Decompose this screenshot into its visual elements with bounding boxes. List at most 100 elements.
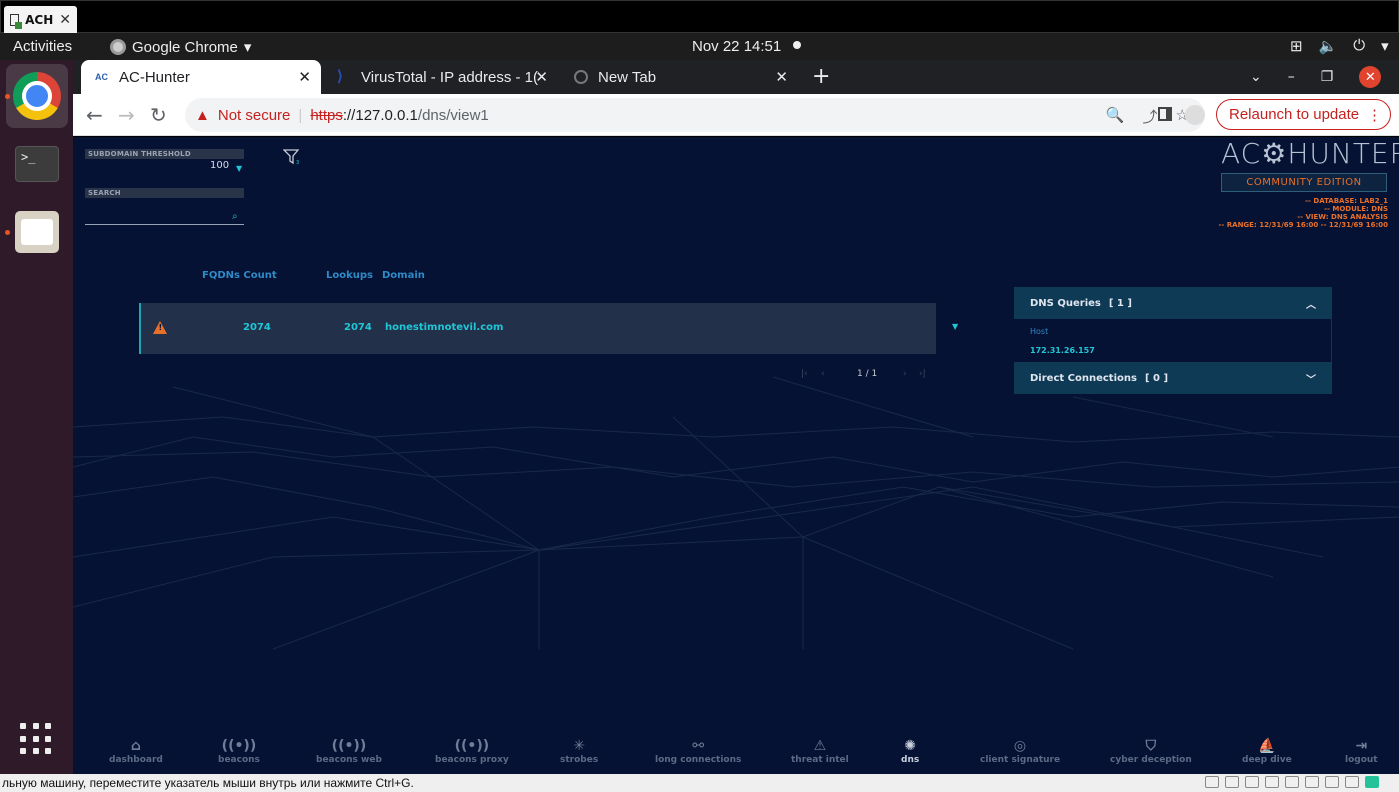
dock: >_: [0, 60, 73, 774]
zoom-icon[interactable]: 🔍: [1106, 106, 1125, 127]
caret-down-icon[interactable]: ▼: [236, 164, 242, 173]
display-icon[interactable]: [1325, 776, 1339, 788]
next-page-icon[interactable]: ›: [903, 369, 907, 379]
column-header-fqdns[interactable]: FQDNs Count: [202, 270, 277, 281]
close-tab-icon[interactable]: ✕: [298, 68, 311, 86]
nav-label: beacons web: [316, 755, 382, 765]
forward-button[interactable]: →: [118, 103, 135, 127]
direct-connections-title: Direct Connections: [1030, 372, 1137, 384]
threshold-label: SUBDOMAIN THRESHOLD: [85, 149, 244, 159]
nav-beacons-web[interactable]: ((•)) beacons web: [316, 737, 382, 765]
vm-tab[interactable]: ACH ✕: [4, 6, 77, 33]
domain-name[interactable]: honestimnotevil.com: [385, 322, 503, 333]
nav-long-connections[interactable]: ⚯ long connections: [655, 737, 741, 765]
chevron-down-icon[interactable]: ﹀: [1306, 371, 1316, 386]
nav-deep-dive[interactable]: ⛵ deep dive: [1242, 737, 1292, 765]
disk-icon[interactable]: [1205, 776, 1219, 788]
tab-new-tab[interactable]: New Tab ✕: [560, 60, 798, 94]
column-header-domain[interactable]: Domain: [382, 270, 425, 281]
minimize-button[interactable]: –: [1288, 69, 1295, 85]
profile-avatar[interactable]: [1185, 105, 1205, 125]
divider: |: [298, 106, 303, 124]
nav-beacons-proxy[interactable]: ((•)) beacons proxy: [435, 737, 509, 765]
tab-title: VirusTotal - IP address - 1(: [361, 68, 539, 86]
vm-statusbar: льную машину, переместите указатель мыши…: [0, 774, 1399, 792]
nav-label: cyber deception: [1110, 755, 1192, 765]
dock-chrome[interactable]: [6, 64, 68, 128]
activities-button[interactable]: Activities: [13, 38, 72, 55]
tab-virustotal[interactable]: ⟩ VirusTotal - IP address - 1( ✕: [323, 60, 558, 94]
direct-connections-header[interactable]: Direct Connections [ 0 ] ﹀: [1014, 362, 1332, 394]
new-tab-button[interactable]: +: [812, 64, 830, 89]
app-menu[interactable]: Google Chrome ▾: [110, 38, 251, 56]
tab-search-icon[interactable]: ⌄: [1250, 69, 1262, 85]
dns-queries-header[interactable]: DNS Queries [ 1 ] ︿: [1014, 287, 1332, 319]
clock[interactable]: Nov 22 14:51: [692, 38, 781, 55]
broadcast-icon: ((•)): [331, 738, 367, 754]
usb-icon[interactable]: [1285, 776, 1299, 788]
host-value[interactable]: 172.31.26.157: [1030, 346, 1095, 355]
relaunch-button[interactable]: Relaunch to update ⋮: [1216, 99, 1391, 130]
dns-queries-body: Host 172.31.26.157: [1014, 319, 1332, 362]
nav-dashboard[interactable]: ⌂ dashboard: [109, 737, 163, 765]
search-icon[interactable]: ⌕: [232, 211, 238, 222]
host-key-icon[interactable]: [1365, 776, 1379, 788]
meta-range: -- RANGE: 12/31/69 16:00 -- 12/31/69 16:…: [1218, 221, 1388, 229]
chevron-down-icon: ▾: [1381, 38, 1389, 55]
search-input[interactable]: [85, 224, 244, 225]
threshold-value[interactable]: 100: [210, 160, 229, 171]
close-icon[interactable]: ✕: [59, 12, 71, 28]
chevron-up-icon[interactable]: ︿: [1306, 296, 1316, 311]
tab-ac-hunter[interactable]: AC AC-Hunter ✕: [81, 60, 321, 94]
filter-icon[interactable]: 3: [283, 149, 301, 165]
close-window-button[interactable]: ✕: [1359, 66, 1382, 88]
ac-hunter-favicon: AC: [95, 72, 108, 82]
nav-threat-intel[interactable]: ⚠ threat intel: [791, 737, 849, 765]
nav-beacons[interactable]: ((•)) beacons: [218, 737, 260, 765]
vm-icon: [10, 13, 23, 29]
system-tray[interactable]: ⊞ 🔈 ⏻ ▾: [1290, 37, 1389, 55]
page-indicator: 1 / 1: [857, 369, 878, 379]
host-label: Host: [1030, 327, 1049, 336]
address-bar[interactable]: ▲ Not secure | https ://127.0.0.1 /dns/v…: [185, 98, 1205, 132]
gnome-topbar: Activities Google Chrome ▾ Nov 22 14:51 …: [0, 33, 1399, 60]
row-filter-icon[interactable]: ▼: [952, 322, 958, 331]
nav-cyber-deception[interactable]: ⛉ cyber deception: [1110, 737, 1192, 765]
recording-icon[interactable]: [1345, 776, 1359, 788]
network-icon: ✺: [904, 738, 916, 754]
security-label[interactable]: Not secure: [218, 107, 291, 124]
optical-icon[interactable]: [1225, 776, 1239, 788]
bottom-navigation: ⌂ dashboard ((•)) beacons ((•)) beacons …: [73, 737, 1399, 774]
menu-icon[interactable]: ⋮: [1367, 106, 1382, 124]
show-apps-icon[interactable]: [20, 723, 52, 755]
broadcast-icon: ((•)): [454, 738, 490, 754]
status-message: льную машину, переместите указатель мыши…: [2, 776, 414, 790]
nav-client-signature[interactable]: ◎ client signature: [980, 737, 1060, 765]
warning-icon[interactable]: ▲: [195, 107, 210, 124]
reload-button[interactable]: ↻: [150, 103, 167, 127]
close-tab-icon[interactable]: ✕: [535, 68, 548, 86]
audio-icon[interactable]: [1245, 776, 1259, 788]
dock-terminal[interactable]: >_: [6, 132, 68, 196]
nav-label: strobes: [560, 755, 599, 765]
prev-page-icon[interactable]: ‹: [821, 369, 825, 379]
close-tab-icon[interactable]: ✕: [775, 68, 788, 86]
maximize-button[interactable]: ❐: [1321, 69, 1334, 85]
shared-folder-icon[interactable]: [1305, 776, 1319, 788]
nav-strobes[interactable]: ✳ strobes: [560, 737, 598, 765]
network-icon[interactable]: [1265, 776, 1279, 788]
column-header-lookups[interactable]: Lookups: [326, 270, 373, 281]
last-page-icon[interactable]: ›|: [919, 369, 926, 379]
ac-hunter-logo: AC⚙HUNTER: [1221, 137, 1399, 170]
table-row[interactable]: 2074 2074 honestimnotevil.com: [139, 303, 936, 354]
dns-queries-count: [ 1 ]: [1108, 297, 1132, 309]
nav-dns[interactable]: ✺ dns: [901, 737, 919, 765]
share-icon[interactable]: ⤴: [1143, 106, 1158, 127]
dock-files[interactable]: [6, 200, 68, 264]
back-button[interactable]: ←: [86, 103, 103, 127]
nav-label: logout: [1345, 755, 1378, 765]
link-icon: ⚯: [692, 738, 705, 754]
first-page-icon[interactable]: |‹: [801, 369, 808, 379]
nav-logout[interactable]: ⇥ logout: [1345, 737, 1378, 765]
side-panel-icon[interactable]: [1158, 107, 1172, 121]
